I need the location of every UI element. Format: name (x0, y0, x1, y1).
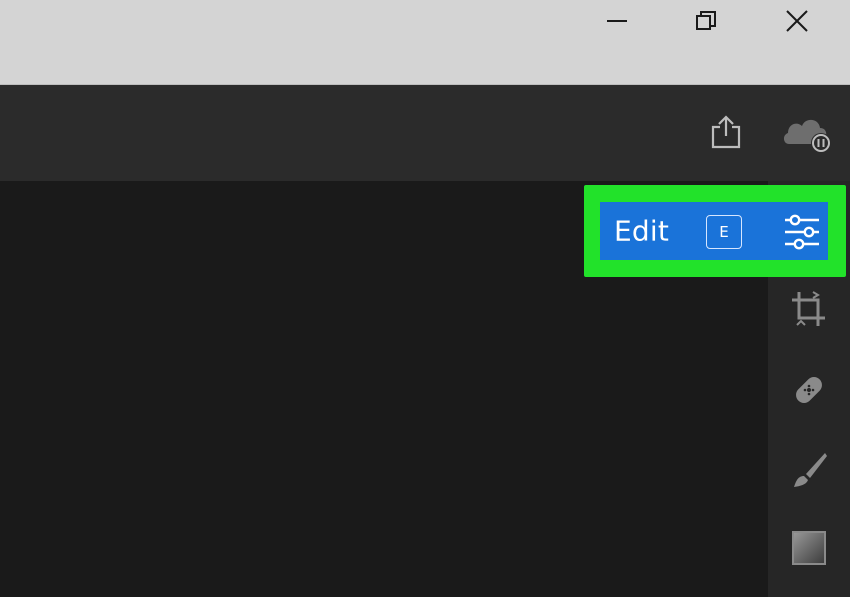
share-icon (709, 114, 743, 154)
cloud-sync-paused-icon (781, 110, 835, 158)
share-button[interactable] (701, 109, 751, 159)
close-button[interactable] (752, 0, 842, 42)
minimize-button[interactable] (572, 0, 662, 42)
crop-tool[interactable] (780, 283, 838, 341)
brush-icon (788, 449, 830, 495)
shortcut-key-badge: E (706, 215, 742, 249)
gradient-tool[interactable] (780, 521, 838, 579)
close-icon (785, 9, 809, 33)
edit-label: Edit (614, 214, 670, 248)
sliders-icon (780, 211, 824, 253)
restore-button[interactable] (661, 0, 751, 42)
app-toolbar (0, 85, 850, 181)
cloud-sync-button[interactable] (780, 109, 836, 159)
edit-button[interactable]: Edit E (600, 202, 828, 260)
healing-tool[interactable] (780, 363, 838, 421)
restore-icon (695, 10, 717, 32)
crop-icon (789, 289, 829, 335)
gradient-icon (789, 528, 829, 572)
brush-tool[interactable] (780, 443, 838, 501)
minimize-icon (606, 10, 628, 32)
title-bar (0, 0, 850, 85)
app-window: Edit E (0, 0, 850, 597)
healing-bandage-icon (788, 369, 830, 415)
